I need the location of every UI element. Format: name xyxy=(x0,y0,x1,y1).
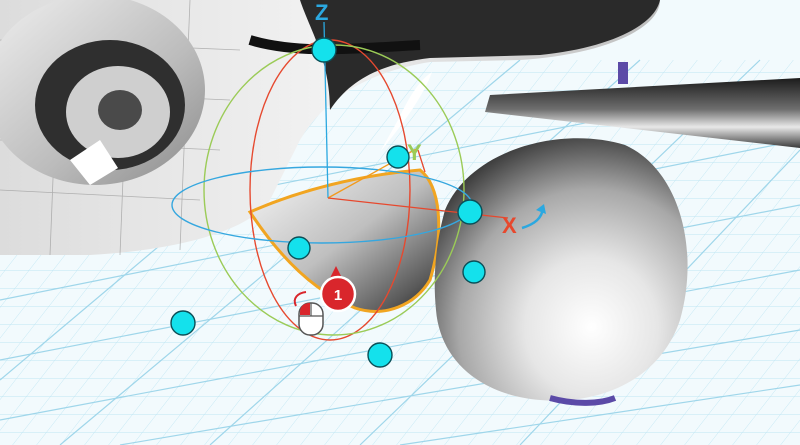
handle-y[interactable] xyxy=(386,145,410,169)
handle-left[interactable] xyxy=(287,236,311,260)
handle-top[interactable] xyxy=(311,37,337,63)
z-axis-label: Z xyxy=(315,0,328,25)
scene-canvas[interactable]: Z Y X 1 xyxy=(0,0,800,445)
handle-bottom-left[interactable] xyxy=(170,310,196,336)
support-post xyxy=(618,62,628,84)
step-number: 1 xyxy=(334,287,342,304)
handle-x[interactable] xyxy=(457,199,483,225)
y-axis-label: Y xyxy=(407,140,422,165)
handle-right[interactable] xyxy=(462,260,486,284)
handle-bottom[interactable] xyxy=(367,342,393,368)
x-axis-label: X xyxy=(502,213,517,238)
3d-viewport[interactable]: Z Y X 1 xyxy=(0,0,800,445)
